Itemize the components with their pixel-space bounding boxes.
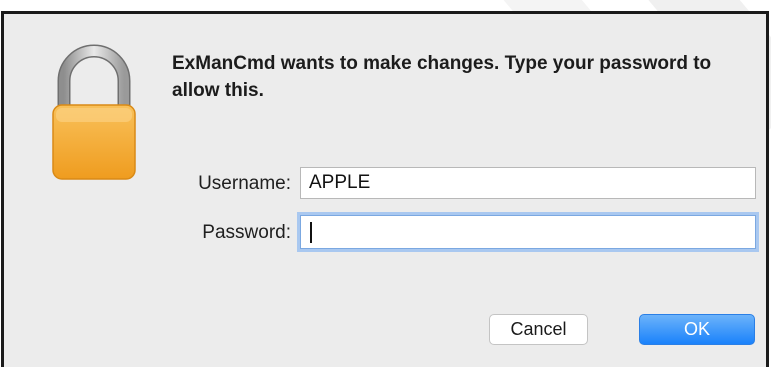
- username-label: Username:: [198, 173, 291, 194]
- username-field[interactable]: APPLE: [300, 167, 756, 199]
- text-caret: [310, 222, 312, 243]
- password-label: Password:: [202, 222, 291, 243]
- password-field[interactable]: [300, 215, 756, 249]
- ok-button[interactable]: OK: [639, 314, 755, 345]
- dialog-message: ExManCmd wants to make changes. Type you…: [172, 53, 712, 101]
- screen: ExManCmd wants to make changes. Type you…: [0, 0, 771, 367]
- lock-icon: [52, 44, 136, 180]
- authentication-dialog: ExManCmd wants to make changes. Type you…: [1, 11, 769, 367]
- cancel-button[interactable]: Cancel: [489, 314, 588, 345]
